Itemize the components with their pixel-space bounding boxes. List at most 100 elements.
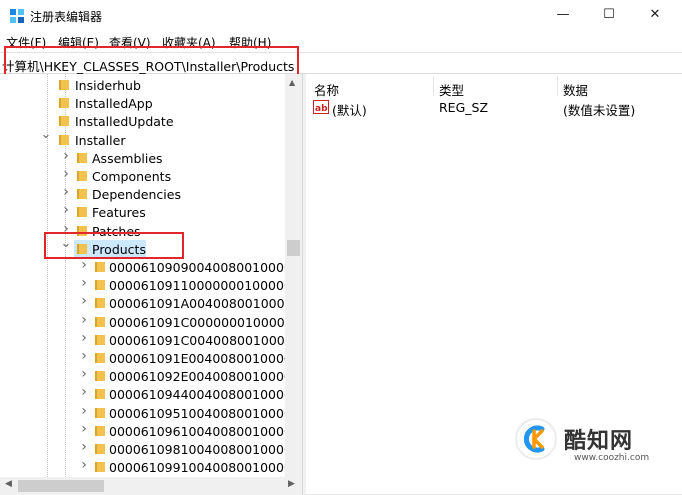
scroll-right-icon[interactable]: ▶ (288, 479, 295, 489)
folder-icon (95, 389, 105, 400)
svg-text:ab: ab (315, 104, 328, 114)
folder-icon (77, 189, 87, 200)
tree-item-label: 00006109910040080010000 (109, 460, 292, 476)
tree-item-label: 00006109810040080010000 (109, 442, 292, 457)
folder-icon (77, 152, 87, 163)
tree-item[interactable]: › 00006109110000000100000 (0, 276, 292, 294)
registry-tree[interactable]: Insiderhub InstalledApp InstalledUpdate ⌄ In… (0, 74, 302, 477)
tree-item-label: 00006109110000000100000 (109, 278, 292, 294)
chevron-right-icon[interactable]: › (78, 349, 90, 363)
close-button[interactable]: ✕ (632, 0, 678, 32)
column-divider[interactable] (433, 76, 434, 96)
scroll-left-icon[interactable]: ◀ (5, 479, 12, 489)
tree-vertical-scrollbar[interactable]: ▲ (285, 74, 302, 477)
maximize-icon: ☐ (603, 7, 615, 22)
value-type: REG_SZ (439, 100, 489, 115)
chevron-right-icon[interactable]: › (78, 385, 90, 399)
chevron-right-icon[interactable]: › (78, 367, 90, 381)
title-bar: 注册表编辑器 — ☐ ✕ (0, 0, 682, 32)
value-name: (默认) (332, 103, 367, 118)
chevron-right-icon[interactable]: › (78, 422, 90, 436)
folder-icon (95, 353, 105, 363)
chevron-right-icon[interactable]: › (78, 294, 90, 308)
tree-item-label: 00006109440040080010000 (109, 387, 292, 403)
chevron-right-icon[interactable]: › (78, 276, 90, 290)
tree-item-label: 000061091C0000000100000 (109, 314, 293, 330)
folder-icon (95, 371, 105, 382)
tree-item[interactable]: › Features (0, 203, 284, 221)
maximize-button[interactable]: ☐ (586, 0, 632, 32)
tree-item[interactable]: › 000061091E0040080010000 (0, 349, 292, 367)
chevron-right-icon[interactable]: › (78, 458, 90, 472)
minimize-icon: — (556, 7, 570, 22)
tree-item[interactable]: › 00006109610040080010000 (0, 422, 292, 440)
folder-icon (95, 316, 105, 327)
chevron-down-icon[interactable]: ⌄ (40, 128, 52, 141)
folder-icon (95, 334, 105, 345)
tree-item-label: InstalledApp (75, 96, 153, 112)
tree-item-label: 00006109610040080010000 (109, 423, 292, 439)
tree-item[interactable]: › Assemblies (0, 149, 284, 167)
chevron-right-icon[interactable]: › (78, 258, 90, 272)
tree-horizontal-scrollbar[interactable]: ◀ ▶ (0, 477, 302, 495)
tree-item-label: 000061092E0040080010000 (109, 369, 292, 385)
tree-hscroll-thumb[interactable] (18, 480, 104, 492)
tree-item[interactable]: › Dependencies (0, 185, 284, 203)
column-header-name[interactable]: 名称 (314, 80, 339, 99)
tree-item-label: Assemblies (92, 150, 163, 166)
tree-item[interactable]: › 000061091C0000000100000 (0, 313, 293, 331)
tree-item[interactable]: › 00006109440040080010000 (0, 385, 292, 403)
tree-item[interactable]: Insiderhub (0, 76, 284, 94)
column-header-type[interactable]: 类型 (439, 80, 464, 99)
folder-icon (95, 298, 105, 309)
chevron-right-icon[interactable]: › (78, 404, 90, 418)
chevron-right-icon[interactable]: › (60, 203, 72, 217)
tree-item[interactable]: › 00006109510040080010000 (0, 404, 292, 422)
folder-icon (59, 98, 69, 109)
scroll-up-icon[interactable]: ▲ (289, 78, 295, 87)
window-title: 注册表编辑器 (30, 10, 103, 24)
watermark: 酷知网 www.coozhi.com (512, 415, 672, 471)
folder-icon (95, 444, 105, 454)
chevron-right-icon[interactable]: › (78, 440, 90, 454)
watermark-text: 酷知网 (564, 429, 634, 454)
folder-icon (59, 80, 69, 90)
tree-item[interactable]: › 000061091A0040080010000 (0, 294, 292, 312)
tree-scroll-thumb[interactable] (287, 240, 300, 256)
tree-item-label: 000061091C0040080010000 (109, 332, 293, 348)
ab-string-icon: ab (313, 100, 329, 114)
tree-item[interactable]: › 00006109810040080010000 (0, 440, 292, 458)
minimize-button[interactable]: — (540, 0, 586, 32)
close-icon: ✕ (649, 7, 661, 22)
tree-item[interactable]: InstalledApp (0, 94, 284, 112)
folder-icon (95, 262, 105, 272)
tree-item-label: Components (92, 169, 172, 184)
chevron-right-icon[interactable]: › (78, 313, 90, 327)
tree-item[interactable]: › 00006109090040080010000 (0, 258, 292, 276)
tree-item[interactable]: › 000061091C0040080010000 (0, 331, 293, 349)
column-divider[interactable] (557, 76, 558, 96)
tree-item[interactable]: › 00006109910040080010000 (0, 458, 292, 476)
tree-item-label: Insiderhub (75, 78, 141, 93)
folder-icon (77, 171, 87, 181)
tree-item[interactable]: ⌄ Installer (0, 128, 284, 149)
tree-item-label: 00006109090040080010000 (109, 260, 292, 275)
column-header-data[interactable]: 数据 (563, 80, 588, 99)
regedit-app-icon (10, 9, 24, 23)
tree-item-label: Dependencies (92, 187, 181, 203)
chevron-right-icon[interactable]: › (60, 149, 72, 163)
folder-icon (59, 116, 69, 127)
folder-icon (77, 207, 87, 218)
chevron-right-icon[interactable]: › (78, 331, 90, 345)
tree-item-label: Features (92, 205, 146, 221)
chevron-right-icon[interactable]: › (60, 185, 72, 199)
value-row[interactable]: ab (默认) REG_SZ (数值未设置) (306, 98, 682, 118)
chevron-right-icon[interactable]: › (60, 167, 72, 181)
products-highlight-box (44, 232, 184, 259)
tree-item[interactable]: › Components (0, 167, 284, 185)
tree-item[interactable]: › 000061092E0040080010000 (0, 367, 292, 385)
tree-item-label: Installer (75, 132, 126, 148)
folder-icon (59, 134, 69, 145)
tree-item-label: InstalledUpdate (75, 114, 174, 130)
watermark-url: www.coozhi.com (574, 453, 650, 463)
